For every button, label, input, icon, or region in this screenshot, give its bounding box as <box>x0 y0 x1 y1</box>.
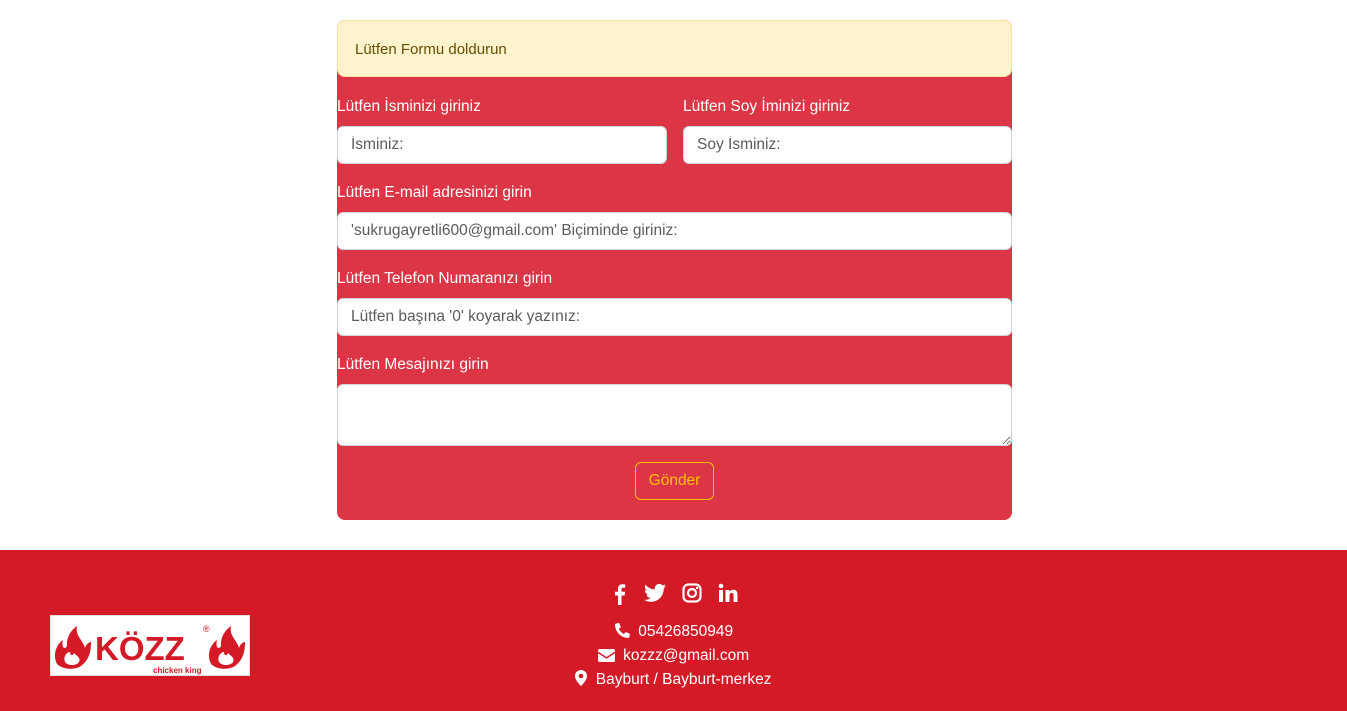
social-links <box>0 583 1347 607</box>
phone-number: 05426850949 <box>638 623 734 640</box>
email-input[interactable] <box>337 212 1012 250</box>
facebook-icon[interactable] <box>606 583 632 607</box>
message-label: Lütfen Mesajınızı girin <box>337 356 489 373</box>
send-button[interactable]: Gönder <box>635 462 714 500</box>
contact-address: Bayburt / Bayburt-merkez <box>0 670 1347 690</box>
message-textarea[interactable] <box>337 384 1012 446</box>
address-text: Bayburt / Bayburt-merkez <box>595 671 772 688</box>
contact-email: kozzz@gmail.com <box>0 646 1347 666</box>
instagram-icon[interactable] <box>679 583 705 607</box>
last-name-label: Lütfen Soy İminizi giriniz <box>683 98 851 115</box>
phone-label: Lütfen Telefon Numaranızı girin <box>337 270 553 287</box>
phone-input[interactable] <box>337 298 1012 336</box>
map-marker-icon <box>575 670 588 686</box>
contact-phone: 05426850949 <box>0 622 1347 642</box>
linkedin-icon[interactable] <box>715 583 741 607</box>
email-label: Lütfen E-mail adresinizi girin <box>337 184 532 201</box>
footer: KÖZZ ® chicken king 05426850949 kozzz@gm… <box>0 550 1347 711</box>
form-alert: Lütfen Formu doldurun <box>337 20 1012 77</box>
phone-icon <box>614 622 630 638</box>
last-name-input[interactable] <box>683 126 1012 164</box>
first-name-input[interactable] <box>337 126 667 164</box>
contact-form: Lütfen Formu doldurun Lütfen İsminizi gi… <box>337 20 1012 520</box>
twitter-icon[interactable] <box>642 583 668 607</box>
envelope-icon <box>597 649 615 662</box>
email-address: kozzz@gmail.com <box>623 647 750 664</box>
first-name-label: Lütfen İsminizi giriniz <box>337 98 481 115</box>
